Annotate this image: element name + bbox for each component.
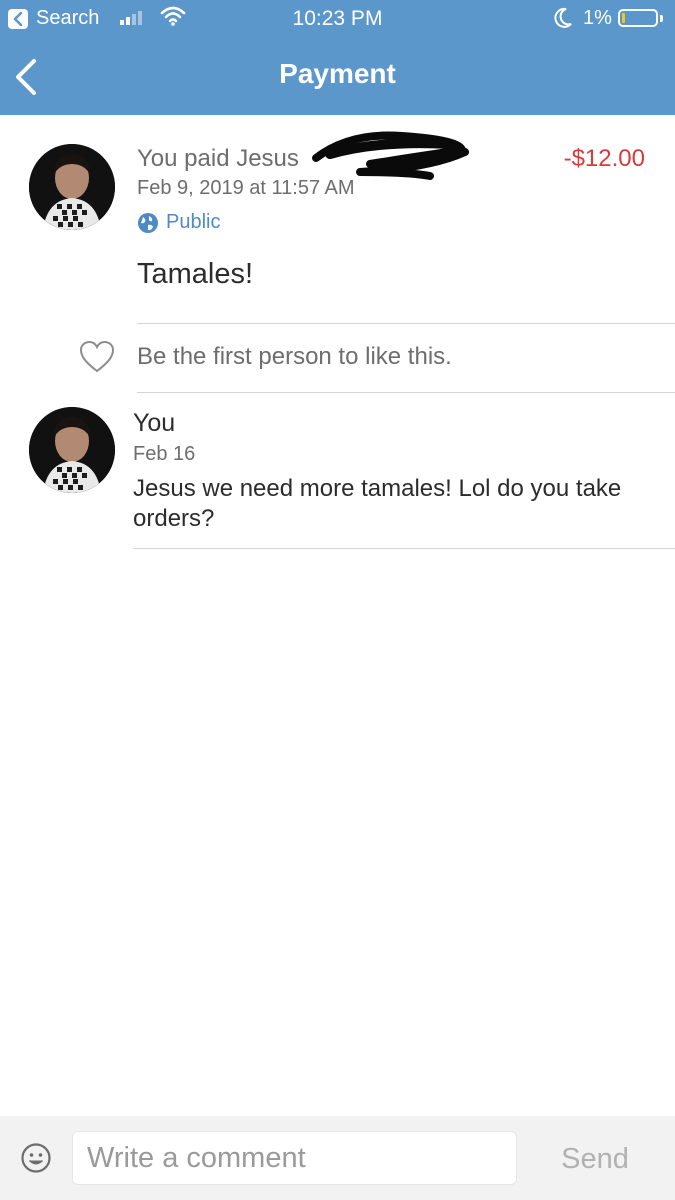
page-title: Payment xyxy=(279,58,396,89)
battery-tip xyxy=(660,15,663,22)
avatar-photo xyxy=(29,144,115,230)
send-button[interactable]: Send xyxy=(545,1135,645,1183)
comment-author[interactable]: You xyxy=(133,409,175,438)
comment-input[interactable] xyxy=(72,1131,517,1185)
divider xyxy=(133,548,675,549)
do-not-disturb-icon xyxy=(553,7,573,34)
privacy-label: Public xyxy=(166,211,221,233)
battery-icon xyxy=(618,9,658,27)
payment-description: You paid Jesus xyxy=(137,145,299,172)
status-bar: Search 10:23 PM 1% xyxy=(0,0,675,38)
redaction-scribble xyxy=(312,131,469,180)
payment-datetime: Feb 9, 2019 at 11:57 AM xyxy=(137,177,355,199)
payment-note: Tamales! xyxy=(137,258,254,290)
battery-percent: 1% xyxy=(583,7,612,29)
like-heart-icon[interactable] xyxy=(79,340,115,379)
avatar-photo xyxy=(29,407,115,493)
divider xyxy=(137,392,675,393)
header-bar: Search 10:23 PM 1% Payment xyxy=(0,0,675,115)
comment-date: Feb 16 xyxy=(133,443,196,465)
status-time: 10:23 PM xyxy=(292,7,383,30)
battery-level xyxy=(622,13,625,23)
privacy-setting[interactable]: Public xyxy=(137,211,220,234)
commenter-avatar[interactable] xyxy=(29,407,115,493)
payer-avatar[interactable] xyxy=(29,144,115,230)
comment-text: Jesus we need more tamales! Lol do you t… xyxy=(133,475,622,532)
divider xyxy=(137,323,675,324)
globe-icon xyxy=(138,212,158,233)
payment-amount: -$12.00 xyxy=(563,145,645,172)
likes-text: Be the first person to like this. xyxy=(137,343,452,370)
emoji-icon[interactable] xyxy=(20,1142,52,1179)
